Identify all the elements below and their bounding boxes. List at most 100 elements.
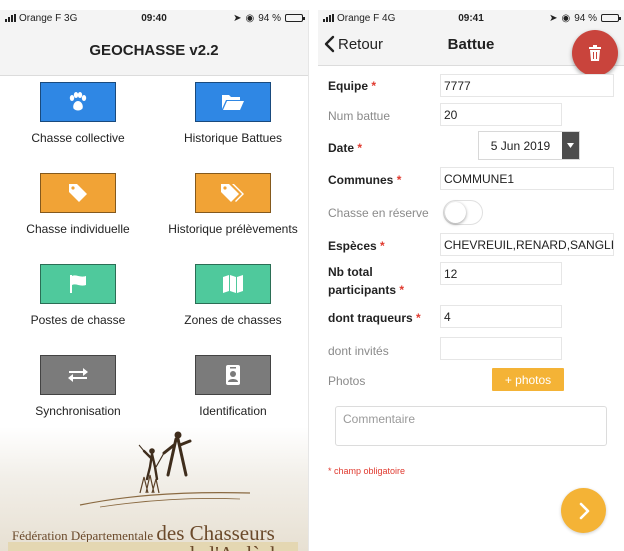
delete-button[interactable] bbox=[572, 30, 618, 76]
menu-tile-bg[interactable] bbox=[40, 264, 116, 304]
required-star: * bbox=[416, 311, 421, 325]
nb-participants-field[interactable]: 12 bbox=[440, 262, 562, 285]
map-icon bbox=[223, 275, 243, 293]
trash-icon bbox=[589, 45, 601, 61]
chevron-right-icon bbox=[579, 502, 589, 519]
date-label: Date * bbox=[328, 141, 362, 155]
invites-label: dont invités bbox=[328, 344, 389, 358]
menu-identification[interactable]: Identification bbox=[158, 355, 308, 418]
menu-synchronisation[interactable]: Synchronisation bbox=[3, 355, 153, 418]
equipe-label: Equipe * bbox=[328, 79, 376, 93]
photos-label: Photos bbox=[328, 374, 366, 388]
menu-label: Chasse individuelle bbox=[26, 222, 130, 236]
date-value: 5 Jun 2019 bbox=[490, 138, 551, 153]
invites-field[interactable] bbox=[440, 337, 562, 360]
folder-open-icon bbox=[222, 95, 244, 110]
status-carrier: Orange F 3G bbox=[5, 13, 77, 24]
federation-logo: Fédération Départementale des Chasseurs … bbox=[0, 427, 308, 551]
next-button[interactable] bbox=[561, 488, 606, 533]
menu-tile-bg[interactable] bbox=[40, 355, 116, 395]
status-carrier: Orange F 4G bbox=[323, 13, 395, 24]
num-battue-label: Num battue bbox=[328, 109, 391, 123]
chevron-left-icon bbox=[324, 35, 335, 53]
menu-postes-de-chasse[interactable]: Postes de chasse bbox=[3, 264, 153, 327]
main-menu-screen: Orange F 3G 09:40 ➤ ◉ 94 % GEOCHASSE v2.… bbox=[0, 10, 309, 551]
status-right: ➤ ◉ 94 % bbox=[549, 12, 621, 24]
nb-participants-label-line2: participants bbox=[328, 283, 397, 297]
menu-label: Identification bbox=[199, 404, 267, 418]
menu-tile-bg[interactable] bbox=[195, 173, 271, 213]
hunters-illustration bbox=[79, 431, 251, 508]
menu-chasse-individuelle[interactable]: Chasse individuelle bbox=[3, 173, 153, 236]
add-photos-button[interactable]: + photos bbox=[492, 368, 564, 391]
especes-field[interactable]: CHEVREUIL,RENARD,SANGLIER bbox=[440, 233, 614, 256]
menu-historique-prelevements[interactable]: Historique prélèvements bbox=[158, 173, 308, 236]
battery-icon bbox=[601, 14, 621, 22]
carrier-label: Orange F 3G bbox=[19, 12, 78, 24]
menu-tile-bg[interactable] bbox=[40, 173, 116, 213]
communes-label: Communes * bbox=[328, 173, 401, 187]
carrier-label: Orange F 4G bbox=[337, 12, 396, 24]
menu-label: Chasse collective bbox=[31, 131, 125, 145]
equipe-field[interactable]: 7777 bbox=[440, 74, 614, 97]
back-label: Retour bbox=[338, 35, 384, 53]
chevron-down-icon bbox=[567, 143, 574, 148]
logo-text-small: Fédération Départementale bbox=[12, 528, 154, 543]
battue-form-screen: Orange F 4G 09:41 ➤ ◉ 94 % Retour Battue… bbox=[318, 10, 624, 551]
menu-zones-de-chasses[interactable]: Zones de chasses bbox=[158, 264, 308, 327]
signal-icon bbox=[323, 14, 334, 22]
menu-label: Synchronisation bbox=[35, 404, 121, 418]
menu-tile-bg[interactable] bbox=[195, 82, 271, 122]
chasse-reserve-label: Chasse en réserve bbox=[328, 206, 429, 220]
traqueurs-field[interactable]: 4 bbox=[440, 305, 562, 328]
menu-label: Zones de chasses bbox=[184, 313, 282, 327]
date-label-text: Date bbox=[328, 141, 355, 155]
battery-percent: 94 % bbox=[258, 12, 281, 24]
especes-label: Espèces * bbox=[328, 239, 385, 253]
alarm-icon: ◉ bbox=[561, 12, 571, 24]
required-note: * champ obligatoire bbox=[328, 466, 406, 476]
logo-text-line2: de l'Ardèche bbox=[184, 542, 290, 551]
communes-field[interactable]: COMMUNE1 bbox=[440, 167, 614, 190]
paw-icon bbox=[69, 92, 87, 111]
menu-tile-bg[interactable] bbox=[195, 355, 271, 395]
tag-icon bbox=[69, 184, 87, 202]
menu-label: Historique Battues bbox=[183, 131, 283, 145]
menu-label: Postes de chasse bbox=[30, 313, 126, 327]
flag-icon bbox=[70, 275, 86, 293]
menu-historique-battues[interactable]: Historique Battues bbox=[158, 82, 308, 145]
menu-tile-bg[interactable] bbox=[195, 264, 271, 304]
back-button[interactable]: Retour bbox=[324, 35, 383, 53]
required-star: * bbox=[380, 239, 385, 253]
required-star: * bbox=[371, 79, 377, 93]
location-icon: ➤ bbox=[549, 12, 558, 24]
battery-percent: 94 % bbox=[574, 12, 597, 24]
exchange-icon bbox=[68, 368, 88, 382]
menu-label: Historique prélèvements bbox=[168, 222, 298, 236]
date-picker[interactable]: 5 Jun 2019 bbox=[478, 131, 580, 160]
especes-label-text: Espèces bbox=[328, 239, 377, 253]
alarm-icon: ◉ bbox=[245, 12, 255, 24]
toggle-knob bbox=[445, 202, 466, 223]
status-bar: Orange F 4G 09:41 ➤ ◉ 94 % bbox=[318, 10, 624, 26]
location-icon: ➤ bbox=[233, 12, 242, 24]
status-bar: Orange F 3G 09:40 ➤ ◉ 94 % bbox=[0, 10, 308, 26]
required-star: * bbox=[357, 141, 363, 155]
battery-icon bbox=[285, 14, 305, 22]
app-header: GEOCHASSE v2.2 bbox=[0, 26, 308, 76]
dropdown-arrow-icon[interactable] bbox=[562, 132, 579, 159]
required-star: * bbox=[396, 173, 402, 187]
id-badge-icon bbox=[226, 365, 240, 385]
equipe-label-text: Equipe bbox=[328, 79, 369, 93]
comment-field[interactable]: Commentaire bbox=[335, 406, 607, 446]
app-title: GEOCHASSE v2.2 bbox=[89, 42, 219, 59]
communes-label-text: Communes bbox=[328, 173, 394, 187]
num-battue-field[interactable]: 20 bbox=[440, 103, 562, 126]
menu-tile-bg[interactable] bbox=[40, 82, 116, 122]
menu-chasse-collective[interactable]: Chasse collective bbox=[3, 82, 153, 145]
required-star: * bbox=[399, 283, 405, 297]
chasse-reserve-toggle[interactable] bbox=[443, 200, 483, 225]
nb-participants-label: Nb total participants * bbox=[328, 263, 404, 299]
signal-icon bbox=[5, 14, 16, 22]
traqueurs-label: dont traqueurs * bbox=[328, 311, 421, 325]
